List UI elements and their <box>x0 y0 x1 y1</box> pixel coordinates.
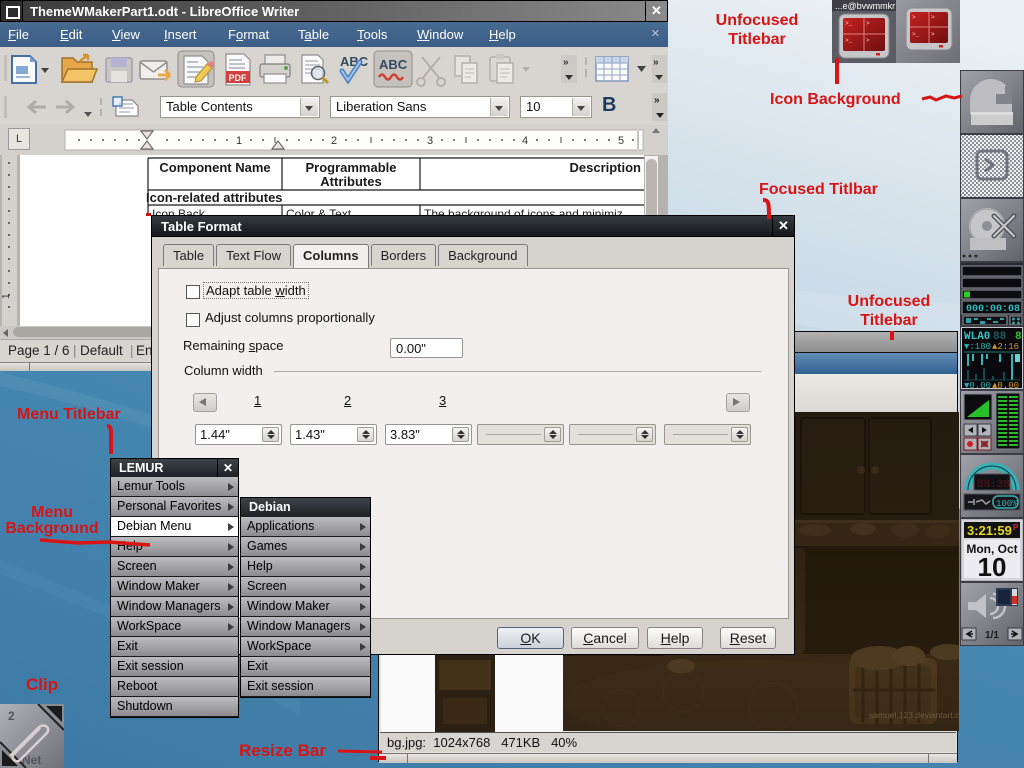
svg-text:PDF: PDF <box>229 73 248 83</box>
svg-text:»: » <box>654 95 660 106</box>
svg-text:5: 5 <box>618 135 624 147</box>
svg-text:samuel.123.deviantart.com: samuel.123.deviantart.com <box>869 710 959 720</box>
svg-text:»: » <box>563 57 569 68</box>
svg-text:000:00:08: 000:00:08 <box>966 304 1020 315</box>
svg-text:P: P <box>1013 523 1019 532</box>
svg-text:3: 3 <box>427 135 433 147</box>
svg-text:...e@bvwmmkr:~: ...e@bvwmmkr:~ <box>835 1 903 11</box>
svg-text:Programmable: Programmable <box>305 160 396 175</box>
svg-text:>_: >_ <box>845 20 853 27</box>
svg-text:1: 1 <box>1 293 12 299</box>
svg-text:2: 2 <box>8 709 15 723</box>
svg-text:4: 4 <box>522 135 528 147</box>
svg-text:Attributes: Attributes <box>320 174 381 189</box>
svg-text:Component Name: Component Name <box>159 160 270 175</box>
svg-text:ABC: ABC <box>379 57 408 72</box>
svg-text:>: > <box>866 20 870 27</box>
svg-text:88:38: 88:38 <box>977 479 1010 491</box>
svg-text:3:21:59: 3:21:59 <box>967 523 1012 538</box>
svg-text:>_: >_ <box>845 37 853 44</box>
svg-text:Description: Description <box>569 160 641 175</box>
svg-text:»: » <box>653 57 659 68</box>
svg-text:Icon-related attributes: Icon-related attributes <box>146 190 283 205</box>
svg-text:1: 1 <box>236 135 242 147</box>
svg-text:1/1: 1/1 <box>985 630 999 641</box>
svg-text:10: 10 <box>978 552 1007 582</box>
svg-text:2: 2 <box>331 135 337 147</box>
svg-text:▲2:16: ▲2:16 <box>992 342 1019 352</box>
svg-text:>: > <box>931 31 935 38</box>
svg-text:▼:180: ▼:180 <box>964 342 991 352</box>
svg-text:>: > <box>912 14 916 21</box>
svg-text:100%: 100% <box>996 499 1018 509</box>
svg-text:>_: >_ <box>912 31 920 38</box>
svg-text:>: > <box>931 14 935 21</box>
svg-text:>: > <box>866 37 870 44</box>
